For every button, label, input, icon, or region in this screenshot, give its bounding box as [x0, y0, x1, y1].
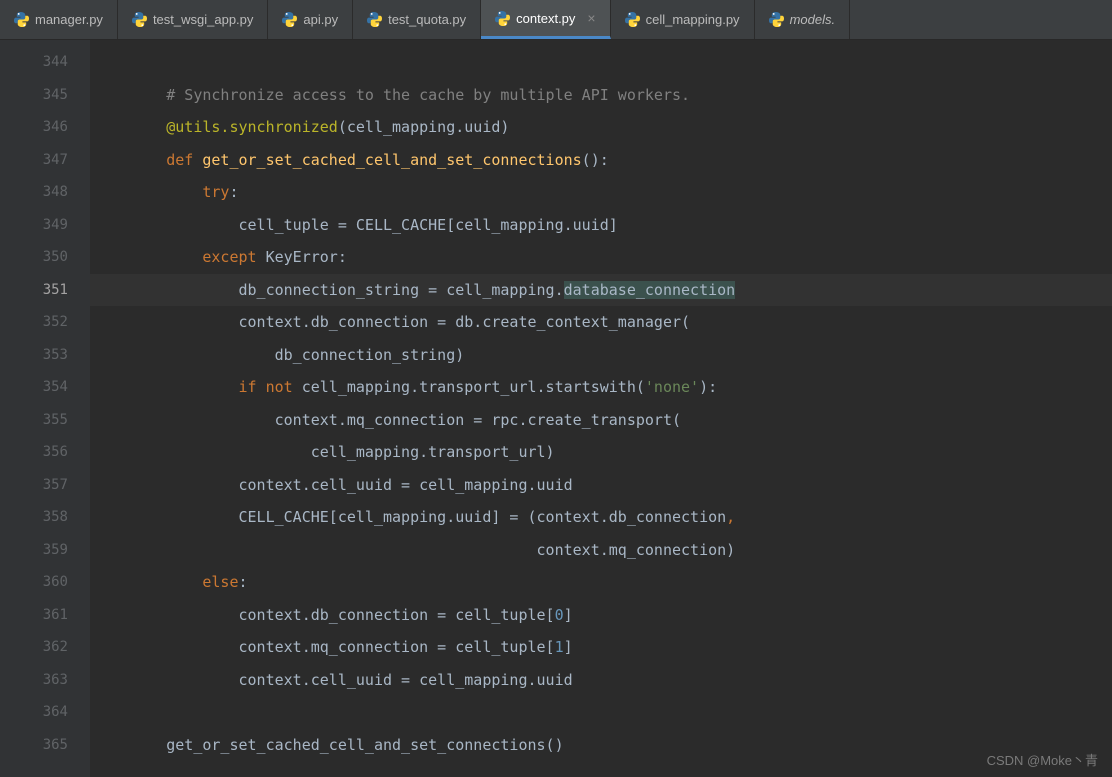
code-line[interactable]: cell_mapping.transport_url)	[90, 436, 1112, 469]
lineno[interactable]: 361	[0, 599, 90, 632]
lineno[interactable]: 364	[0, 696, 90, 729]
lineno[interactable]: 355	[0, 404, 90, 437]
lineno[interactable]: 345	[0, 79, 90, 112]
code-line[interactable]: context.mq_connection)	[90, 534, 1112, 567]
code-line[interactable]: context.cell_uuid = cell_mapping.uuid	[90, 664, 1112, 697]
editor-area: 344 345 346 347 348 349 350 351 352 353 …	[0, 40, 1112, 777]
code-line[interactable]: db_connection_string)	[90, 339, 1112, 372]
code-line[interactable]: context.db_connection = db.create_contex…	[90, 306, 1112, 339]
tab-label: api.py	[303, 12, 338, 27]
watermark: CSDN @Moke丶青	[987, 750, 1098, 769]
lineno[interactable]: 358	[0, 501, 90, 534]
lineno[interactable]: 356	[0, 436, 90, 469]
tab-label: context.py	[516, 11, 575, 26]
tab-test-wsgi[interactable]: test_wsgi_app.py	[118, 0, 268, 39]
python-icon	[367, 12, 382, 27]
code-line[interactable]: get_or_set_cached_cell_and_set_connectio…	[90, 729, 1112, 762]
lineno[interactable]: 353	[0, 339, 90, 372]
code-line[interactable]: context.mq_connection = cell_tuple[1]	[90, 631, 1112, 664]
python-icon	[625, 12, 640, 27]
code-line[interactable]: context.cell_uuid = cell_mapping.uuid	[90, 469, 1112, 502]
editor-tabs: manager.py test_wsgi_app.py api.py test_…	[0, 0, 1112, 40]
code-line[interactable]	[90, 696, 1112, 729]
tab-test-quota[interactable]: test_quota.py	[353, 0, 481, 39]
code-area[interactable]: # Synchronize access to the cache by mul…	[90, 40, 1112, 777]
code-line[interactable]: @utils.synchronized(cell_mapping.uuid)	[90, 111, 1112, 144]
tab-label: models.	[790, 12, 836, 27]
lineno[interactable]: 354	[0, 371, 90, 404]
lineno[interactable]: 363	[0, 664, 90, 697]
tab-label: test_quota.py	[388, 12, 466, 27]
lineno[interactable]: 359	[0, 534, 90, 567]
tab-label: test_wsgi_app.py	[153, 12, 253, 27]
code-line[interactable]: context.db_connection = cell_tuple[0]	[90, 599, 1112, 632]
code-line[interactable]: if not cell_mapping.transport_url.starts…	[90, 371, 1112, 404]
tab-manager[interactable]: manager.py	[0, 0, 118, 39]
tab-context[interactable]: context.py ×	[481, 0, 610, 39]
code-line[interactable]: # Synchronize access to the cache by mul…	[90, 79, 1112, 112]
lineno[interactable]: 351	[0, 274, 90, 307]
code-line[interactable]: else:	[90, 566, 1112, 599]
code-line[interactable]: cell_tuple = CELL_CACHE[cell_mapping.uui…	[90, 209, 1112, 242]
lineno[interactable]: 360	[0, 566, 90, 599]
close-icon[interactable]: ×	[587, 10, 595, 26]
lineno[interactable]: 347	[0, 144, 90, 177]
lineno[interactable]: 362	[0, 631, 90, 664]
code-line[interactable]: def get_or_set_cached_cell_and_set_conne…	[90, 144, 1112, 177]
code-line[interactable]: try:	[90, 176, 1112, 209]
tab-models[interactable]: models.	[755, 0, 851, 39]
line-gutter: 344 345 346 347 348 349 350 351 352 353 …	[0, 40, 90, 777]
lineno[interactable]: 344	[0, 46, 90, 79]
code-line[interactable]: context.mq_connection = rpc.create_trans…	[90, 404, 1112, 437]
tab-cell-mapping[interactable]: cell_mapping.py	[611, 0, 755, 39]
lineno[interactable]: 357	[0, 469, 90, 502]
python-icon	[14, 12, 29, 27]
code-line[interactable]: except KeyError:	[90, 241, 1112, 274]
lineno[interactable]: 350	[0, 241, 90, 274]
lineno[interactable]: 348	[0, 176, 90, 209]
tab-label: cell_mapping.py	[646, 12, 740, 27]
python-icon	[495, 11, 510, 26]
code-line-current[interactable]: db_connection_string = cell_mapping.data…	[90, 274, 1112, 307]
lineno[interactable]: 346	[0, 111, 90, 144]
tab-label: manager.py	[35, 12, 103, 27]
lineno[interactable]: 349	[0, 209, 90, 242]
python-icon	[769, 12, 784, 27]
python-icon	[282, 12, 297, 27]
code-line[interactable]: CELL_CACHE[cell_mapping.uuid] = (context…	[90, 501, 1112, 534]
lineno[interactable]: 365	[0, 729, 90, 762]
code-line[interactable]	[90, 46, 1112, 79]
lineno[interactable]: 352	[0, 306, 90, 339]
python-icon	[132, 12, 147, 27]
tab-api[interactable]: api.py	[268, 0, 353, 39]
